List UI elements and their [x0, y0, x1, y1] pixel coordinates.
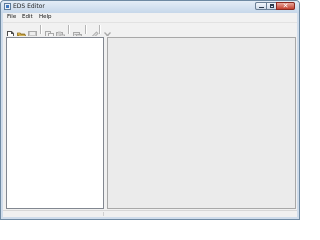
- window-title: EDS Editor: [13, 3, 45, 10]
- edit-button[interactable]: [90, 25, 99, 40]
- tree-pane[interactable]: [6, 37, 104, 209]
- app-icon[interactable]: [4, 3, 11, 10]
- copy-button[interactable]: [45, 25, 54, 40]
- menu-bar: File Edit Help: [3, 13, 297, 22]
- toolbar-separator: [99, 25, 101, 34]
- close-icon: ✕: [282, 2, 289, 10]
- new-button[interactable]: [6, 25, 15, 40]
- paste-button[interactable]: [56, 25, 65, 40]
- menu-edit[interactable]: Edit: [22, 13, 33, 22]
- menu-file[interactable]: File: [7, 13, 16, 22]
- properties-button[interactable]: [73, 25, 82, 39]
- client-area: [3, 36, 297, 210]
- maximize-icon: [270, 4, 274, 8]
- detail-pane[interactable]: [107, 37, 296, 209]
- title-bar[interactable]: EDS Editor ✕: [1, 1, 299, 13]
- save-button[interactable]: [28, 25, 37, 40]
- app-window: EDS Editor ✕ File Edit Help: [0, 0, 300, 220]
- open-button[interactable]: [16, 25, 27, 39]
- toolbar-separator: [68, 25, 70, 34]
- delete-button[interactable]: [103, 25, 112, 39]
- menu-help[interactable]: Help: [39, 13, 52, 22]
- close-button[interactable]: ✕: [276, 2, 295, 10]
- status-panel: [3, 212, 104, 216]
- toolbar-separator: [40, 25, 42, 34]
- toolbar: [3, 22, 297, 40]
- status-bar: [3, 210, 297, 217]
- minimize-icon: [259, 7, 264, 8]
- toolbar-separator: [85, 25, 87, 34]
- caption-buttons: ✕: [255, 2, 295, 11]
